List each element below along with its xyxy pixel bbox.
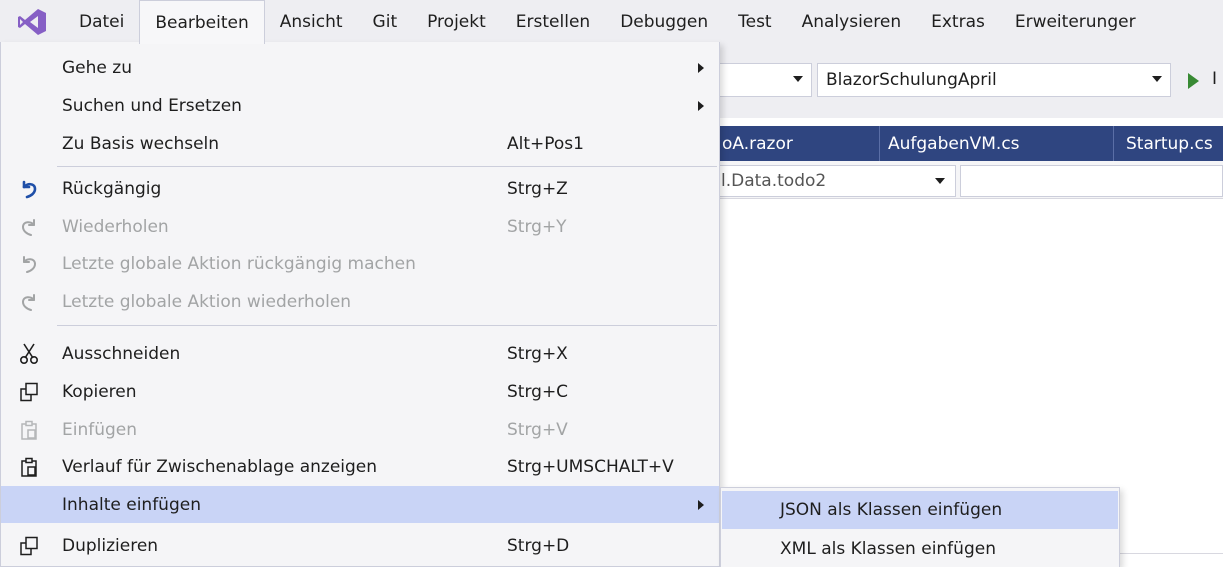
menu-separator [57, 166, 717, 167]
undo-icon [17, 252, 41, 276]
duplicate-icon [17, 534, 41, 558]
redo-icon [17, 215, 41, 239]
menu-ansicht[interactable]: Ansicht [265, 0, 358, 43]
edit-menu-dropdown: Gehe zu Suchen und Ersetzen Zu Basis wec… [0, 42, 720, 567]
menu-test[interactable]: Test [723, 0, 786, 43]
menu-item-duplizieren[interactable]: Duplizieren Strg+D [1, 527, 719, 564]
menu-item-ausschneiden[interactable]: Ausschneiden Strg+X [1, 335, 719, 372]
menu-item-zu-basis-wechseln[interactable]: Zu Basis wechseln Alt+Pos1 [1, 125, 719, 162]
menu-debuggen[interactable]: Debuggen [605, 0, 723, 43]
chevron-right-icon [698, 100, 704, 111]
visual-studio-logo-icon[interactable] [0, 0, 64, 43]
menu-erweiterungen[interactable]: Erweiterunger [1000, 0, 1151, 43]
paste-special-submenu: JSON als Klassen einfügen XML als Klasse… [720, 487, 1120, 567]
menu-analysieren[interactable]: Analysieren [787, 0, 917, 43]
chevron-right-icon [698, 62, 704, 73]
menu-separator [57, 325, 717, 326]
menu-datei[interactable]: Datei [64, 0, 139, 43]
menu-item-gehe-zu[interactable]: Gehe zu [1, 49, 719, 86]
scissors-icon [17, 342, 41, 366]
menu-item-letzte-globale-aktion-rueckgaengig[interactable]: Letzte globale Aktion rückgängig machen [1, 245, 719, 282]
namespace-value: l.Data.todo2 [721, 171, 827, 191]
menu-item-inhalte-einfuegen[interactable]: Inhalte einfügen [1, 486, 719, 523]
menu-bar: Datei Bearbeiten Ansicht Git Projekt Ers… [0, 0, 1223, 44]
menu-extras[interactable]: Extras [916, 0, 1000, 43]
run-icon[interactable] [1188, 73, 1199, 89]
tab-startup[interactable]: Startup.cs [1116, 126, 1223, 161]
editor-divider [1120, 553, 1223, 554]
menu-item-xml-als-klassen[interactable]: XML als Klassen einfügen [722, 530, 1118, 567]
run-label[interactable]: I [1212, 69, 1217, 89]
tab-todo-razor[interactable]: oA.razor [718, 126, 880, 161]
menu-git[interactable]: Git [358, 0, 413, 43]
menu-item-rueckgaengig[interactable]: Rückgängig Strg+Z [1, 170, 719, 207]
menu-item-kopieren[interactable]: Kopieren Strg+C [1, 373, 719, 410]
menu-item-suchen-ersetzen[interactable]: Suchen und Ersetzen [1, 87, 719, 124]
copy-icon [17, 380, 41, 404]
menu-erstellen[interactable]: Erstellen [501, 0, 605, 43]
redo-icon [17, 290, 41, 314]
chevron-down-icon [935, 178, 945, 184]
startup-project-combo[interactable]: BlazorSchulungApril [817, 63, 1171, 97]
member-dropdown[interactable] [960, 165, 1223, 197]
menu-item-wiederholen[interactable]: Wiederholen Strg+Y [1, 208, 719, 245]
chevron-down-icon [793, 76, 803, 82]
namespace-dropdown[interactable]: l.Data.todo2 [700, 165, 956, 197]
chevron-right-icon [698, 499, 704, 510]
paste-icon [17, 418, 41, 442]
menu-item-json-als-klassen[interactable]: JSON als Klassen einfügen [722, 491, 1118, 529]
menu-bearbeiten[interactable]: Bearbeiten [139, 0, 265, 44]
menu-projekt[interactable]: Projekt [412, 0, 501, 43]
menu-item-letzte-globale-aktion-wiederholen[interactable]: Letzte globale Aktion wiederholen [1, 283, 719, 320]
clipboard-history-icon [17, 455, 41, 479]
undo-icon [17, 177, 41, 201]
startup-project-value: BlazorSchulungApril [826, 70, 997, 90]
chevron-down-icon [1152, 76, 1162, 82]
menu-item-verlauf-zwischenablage[interactable]: Verlauf für Zwischenablage anzeigen Strg… [1, 448, 719, 485]
menu-item-einfuegen[interactable]: Einfügen Strg+V [1, 411, 719, 448]
tab-aufgabenvm[interactable]: AufgabenVM.cs [882, 126, 1114, 161]
